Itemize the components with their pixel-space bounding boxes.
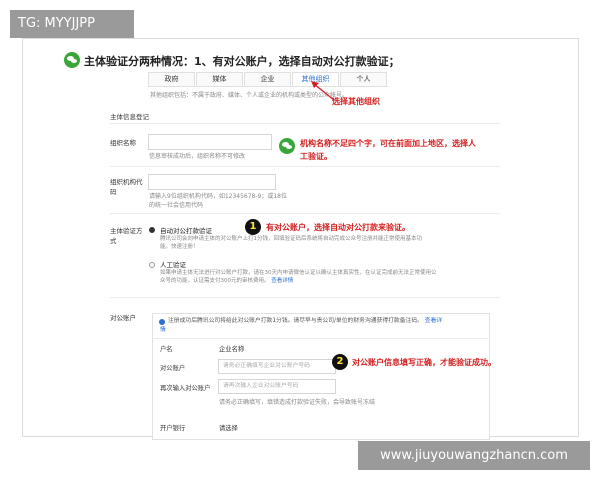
option-auto-transfer-label: 自动对公打款验证 bbox=[160, 227, 212, 235]
bank-select[interactable]: 请选择 bbox=[219, 423, 238, 432]
org-code-input[interactable] bbox=[148, 174, 276, 190]
org-code-label-1: 组织机构代 bbox=[110, 178, 143, 186]
radio-auto-transfer[interactable] bbox=[149, 227, 155, 233]
account-number-label: 对公账户 bbox=[160, 365, 186, 372]
account-info-link[interactable]: 查看详 bbox=[425, 318, 442, 324]
tab-government[interactable]: 政府 bbox=[148, 72, 195, 86]
account-info-text: 注册成功后腾讯公司将给此对公账户打款1分钱。请尽早与贵公司/单位的财务沟通获得打… bbox=[168, 318, 423, 324]
account-warning: 请务必正确填写，填错造成打款验证失败，会导致账号冻结 bbox=[219, 399, 376, 406]
account-name-value: 企业名称 bbox=[219, 346, 245, 353]
option-manual-desc-text: 众号的功能，认证需支付300元的审核费用。 bbox=[160, 278, 270, 284]
annotation-name-note-2: 工验证。 bbox=[300, 152, 332, 161]
row-divider bbox=[110, 297, 500, 298]
org-code-label-2: 码 bbox=[110, 188, 117, 196]
account-number-input[interactable]: 请务必正确填写企业对公账户号码 bbox=[218, 359, 336, 374]
row-divider bbox=[110, 166, 500, 167]
wechat-icon bbox=[279, 138, 295, 154]
account-info-2[interactable]: 情 bbox=[160, 326, 480, 334]
annotation-auto-note: 有对公账户，选择自动对公打款来验证。 bbox=[266, 223, 410, 232]
option-manual-desc-2: 众号的功能，认证需支付300元的审核费用。 查看详情 bbox=[160, 277, 465, 285]
account-name-label: 户名 bbox=[160, 346, 173, 353]
watermark-bottom-right: www.jiuyouwangzhancn.com bbox=[358, 441, 590, 470]
watermark-top-left: TG: MYYJJPP bbox=[10, 10, 134, 38]
radio-manual[interactable] bbox=[149, 262, 155, 268]
org-name-hint: 信息审核成功后，组织名称不可修改 bbox=[149, 153, 246, 160]
option-auto-transfer-desc-2: 能。快速注册！ bbox=[160, 244, 199, 250]
tab-personal[interactable]: 个人 bbox=[340, 72, 387, 86]
org-code-hint-1: 请输入9位组织机构代码，如12345678-9；或18位 bbox=[149, 193, 287, 200]
wechat-icon bbox=[64, 52, 80, 68]
row-divider bbox=[110, 213, 500, 214]
verify-method-label-2: 式 bbox=[110, 237, 117, 245]
verify-method-label-1: 主体验证方 bbox=[110, 227, 143, 235]
option-auto-transfer-desc-1: 腾讯公司会向申请主体的对公账户上打1分钱，回填验证码后系统将自动完成公众号注册并… bbox=[160, 236, 423, 242]
account-label: 对公账户 bbox=[110, 314, 136, 322]
section-divider bbox=[110, 123, 500, 124]
step-badge-2: 2 bbox=[332, 354, 348, 370]
org-name-label: 组织名称 bbox=[110, 139, 136, 147]
account-type-tabs: 政府 媒体 企业 其他组织 个人 bbox=[148, 72, 388, 87]
annotation-account-note: 对公账户信息填写正确，才能验证成功。 bbox=[352, 358, 496, 367]
account-info-1: 注册成功后腾讯公司将给此对公账户打款1分钱。请尽早与贵公司/单位的财务沟通获得打… bbox=[168, 317, 488, 325]
account-repeat-input[interactable]: 请再次输入企业对公账户号码 bbox=[218, 379, 336, 394]
tab-media[interactable]: 媒体 bbox=[196, 72, 243, 86]
box-divider bbox=[152, 338, 488, 339]
annotation-select-other: 选择其他组织 bbox=[332, 97, 380, 106]
org-name-input[interactable] bbox=[148, 134, 272, 150]
account-repeat-label: 再次输入对公账户 bbox=[160, 385, 211, 392]
section-title: 主体信息登记 bbox=[110, 113, 149, 121]
bank-label: 开户银行 bbox=[160, 425, 186, 432]
tab-enterprise[interactable]: 企业 bbox=[244, 72, 291, 86]
page-headline: 主体验证分两种情况：1、有对公账户，选择自动对公打款验证； bbox=[84, 55, 400, 68]
option-manual-label: 人工验证 bbox=[160, 261, 186, 269]
option-manual-desc-1: 如果申请主体无法进行对公账户打款，请在30天内申请微信认证以确认主体真实性，在认… bbox=[160, 270, 437, 276]
view-details-link[interactable]: 查看详情 bbox=[271, 278, 293, 284]
org-code-hint-2: 的统一社会信用代码 bbox=[149, 202, 204, 209]
info-icon bbox=[159, 319, 165, 325]
annotation-name-note-1: 机构名称不足四个字，可在前面加上地区，选择人 bbox=[300, 139, 476, 148]
step-badge-1: 1 bbox=[245, 219, 261, 235]
